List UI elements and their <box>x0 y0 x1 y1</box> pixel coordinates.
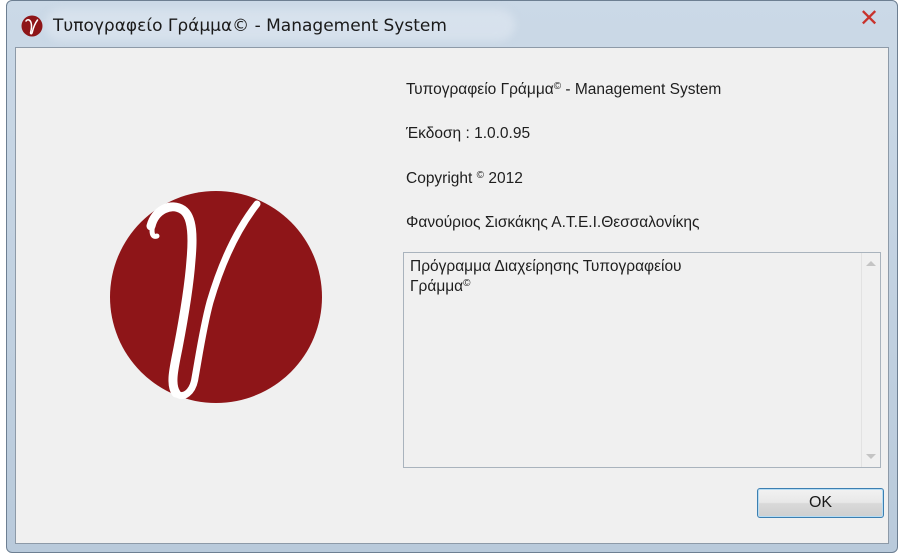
ok-button[interactable]: OK <box>757 488 884 518</box>
product-name-suffix: - Management System <box>561 81 722 98</box>
copyright-year: 2012 <box>488 170 523 187</box>
product-name-copyright-mark: © <box>553 81 562 92</box>
scroll-down-arrow-icon[interactable] <box>866 454 876 459</box>
description-copyright-mark[interactable]: © <box>463 278 470 289</box>
close-button[interactable]: ✕ <box>849 3 889 33</box>
dialog-client-area: Τυπογραφείο Γράμμα© - Management System … <box>15 47 889 544</box>
window-title: Τυπογραφείο Γράμμα© - Management System <box>53 16 447 36</box>
description-line-1[interactable]: Πρόγραμμα Διαχείρησης Τυπογραφείου <box>410 258 682 275</box>
copyright-line: Copyright © 2012 <box>406 170 523 188</box>
product-name: Τυπογραφείο Γράμμα <box>406 81 554 98</box>
company-name: Φανούριος Σισκάκης Α.Τ.Ε.Ι.Θεσσαλονίκης <box>406 214 700 231</box>
product-logo <box>110 191 322 403</box>
close-icon[interactable]: ✕ <box>859 4 879 32</box>
copyright-mark: © <box>476 170 485 181</box>
about-dialog-window: Τυπογραφείο Γράμμα© - Management System … <box>6 0 898 553</box>
description-scrollbar[interactable] <box>861 253 880 467</box>
description-textbox[interactable]: Πρόγραμμα Διαχείρησης Τυπογραφείου Γράμμ… <box>403 252 881 468</box>
scroll-up-arrow-icon[interactable] <box>866 261 876 266</box>
version-label: Έκδοση : 1.0.0.95 <box>406 125 531 142</box>
product-name-line: Τυπογραφείο Γράμμα© - Management System <box>406 81 721 99</box>
copyright-label: Copyright <box>406 170 473 187</box>
app-logo-icon <box>21 15 43 37</box>
description-text[interactable]: Πρόγραμμα Διαχείρησης Τυπογραφείου Γράμμ… <box>410 258 840 295</box>
title-bar[interactable]: Τυπογραφείο Γράμμα© - Management System … <box>7 1 897 47</box>
description-line-2[interactable]: Γράμμα <box>410 278 463 295</box>
